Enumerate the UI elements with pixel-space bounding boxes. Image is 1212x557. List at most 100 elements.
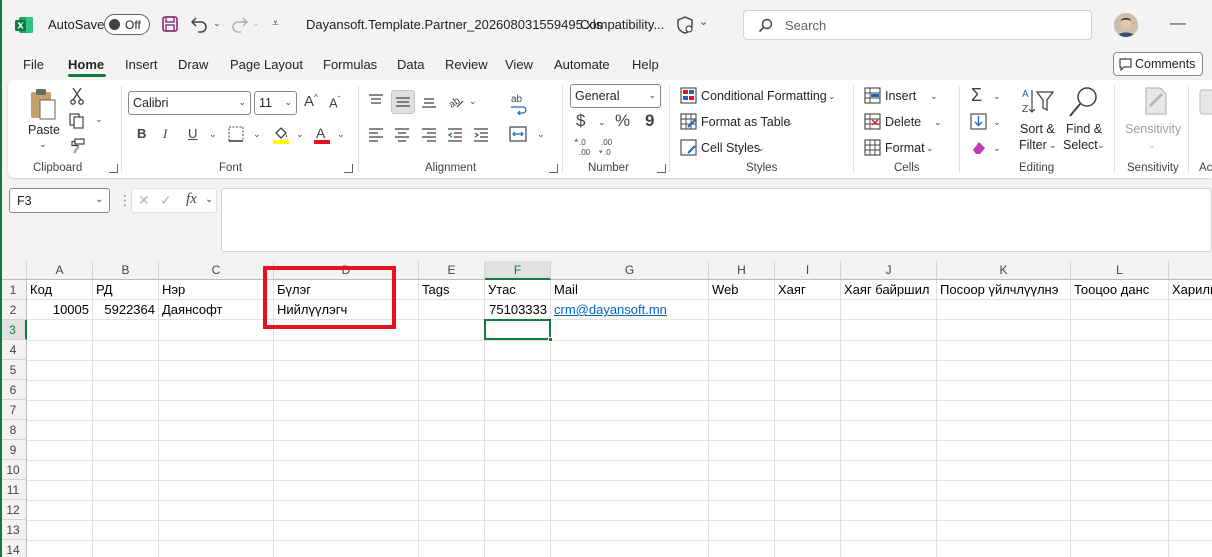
formula-input[interactable]	[221, 188, 1212, 252]
column-header-b[interactable]: B	[93, 261, 159, 280]
cell-k1[interactable]: Посоор үйлчлүүлнэ	[937, 280, 1071, 300]
delete-cells-label[interactable]: Delete	[885, 115, 921, 129]
insert-cells-icon[interactable]	[864, 87, 881, 104]
copy-icon[interactable]	[69, 113, 85, 129]
menu-automate[interactable]: Automate	[554, 57, 610, 72]
function-dropdown-icon[interactable]: ⌄	[205, 195, 213, 205]
menu-file[interactable]: File	[23, 57, 44, 72]
paste-icon[interactable]	[28, 87, 58, 121]
menu-view[interactable]: View	[505, 57, 533, 72]
italic-icon[interactable]: I	[163, 127, 167, 140]
customize-toolbar-icon[interactable]: ⩡	[272, 17, 279, 29]
sort-filter-label-1[interactable]: Sort &	[1020, 122, 1055, 136]
cell-k2[interactable]	[937, 300, 1071, 320]
fill-color-dropdown-icon[interactable]: ⌄	[296, 130, 304, 139]
row-header-13[interactable]: 13	[0, 520, 27, 540]
sort-filter-label-2[interactable]: Filter	[1019, 138, 1047, 152]
cell-h1[interactable]: Web	[709, 280, 775, 300]
name-box[interactable]: F3 ⌄	[9, 188, 110, 213]
paste-label[interactable]: Paste	[28, 123, 60, 137]
paste-dropdown-icon[interactable]: ⌄	[39, 140, 47, 149]
cell-e1[interactable]: Tags	[419, 280, 485, 300]
shield-icon[interactable]	[675, 15, 695, 35]
font-name-dropdown[interactable]: Calibri ⌄	[128, 91, 251, 115]
increase-indent-icon[interactable]	[473, 127, 489, 143]
spreadsheet-grid[interactable]: A B C D E F G H I J K L 1 2 3 4 5 6 7 8 …	[0, 261, 1212, 557]
find-select-dropdown-icon[interactable]: ⌄	[1097, 141, 1105, 150]
row-header-5[interactable]: 5	[0, 360, 27, 380]
active-cell-f3[interactable]	[484, 319, 551, 340]
menu-home[interactable]: Home	[68, 57, 104, 72]
merge-center-icon[interactable]	[509, 126, 527, 142]
cell-a2[interactable]: 10005	[27, 300, 93, 320]
cell-m1[interactable]: Харилц	[1169, 280, 1212, 300]
redo-dropdown-icon[interactable]: ⌄	[252, 19, 260, 28]
borders-dropdown-icon[interactable]: ⌄	[253, 130, 261, 139]
increase-decimal-icon[interactable]: .0.00	[574, 138, 594, 156]
format-painter-icon[interactable]	[69, 138, 85, 154]
underline-dropdown-icon[interactable]: ⌄	[209, 130, 217, 139]
align-right-icon[interactable]	[421, 127, 437, 143]
column-header-f[interactable]: F	[485, 261, 551, 280]
menu-help[interactable]: Help	[632, 57, 659, 72]
cell-b1[interactable]: РД	[93, 280, 159, 300]
cut-icon[interactable]	[69, 87, 85, 105]
menu-insert[interactable]: Insert	[125, 57, 158, 72]
font-launcher-icon[interactable]	[344, 164, 353, 173]
cell-b2[interactable]: 5922364	[93, 300, 159, 320]
more-options-icon[interactable]: ⋮	[118, 193, 132, 207]
row-header-12[interactable]: 12	[0, 500, 27, 520]
align-left-icon[interactable]	[368, 127, 384, 143]
redo-icon[interactable]	[229, 15, 249, 33]
number-format-dropdown[interactable]: General ⌄	[570, 84, 661, 108]
cell-l1[interactable]: Тооцоо данс	[1071, 280, 1169, 300]
row-header-4[interactable]: 4	[0, 340, 27, 360]
delete-cells-icon[interactable]	[864, 113, 881, 130]
format-cells-label[interactable]: Format	[885, 141, 925, 155]
find-select-label-2[interactable]: Select	[1063, 138, 1098, 152]
cell-c1[interactable]: Нэр	[159, 280, 274, 300]
undo-icon[interactable]	[190, 15, 210, 33]
addins-icon[interactable]	[1196, 86, 1212, 118]
insert-cells-label[interactable]: Insert	[885, 89, 916, 103]
save-icon[interactable]	[161, 15, 179, 33]
font-color-icon[interactable]: A	[313, 125, 331, 144]
font-size-dropdown[interactable]: 11 ⌄	[254, 91, 297, 115]
clipboard-launcher-icon[interactable]	[109, 164, 118, 173]
comments-button[interactable]: Comments	[1113, 52, 1203, 76]
column-header-c[interactable]: C	[159, 261, 274, 280]
cell-c2[interactable]: Даянсофт	[159, 300, 274, 320]
column-header-k[interactable]: K	[937, 261, 1071, 280]
cell-g2[interactable]: crm@dayansoft.mn	[551, 300, 709, 320]
clear-icon[interactable]	[970, 139, 987, 156]
cell-f1[interactable]: Утас	[485, 280, 551, 300]
row-header-14[interactable]: 14	[0, 540, 27, 557]
sort-filter-icon[interactable]: AZ	[1020, 86, 1054, 118]
conditional-formatting-dropdown-icon[interactable]: ⌄	[828, 92, 836, 101]
increase-font-size-icon[interactable]: A^	[304, 94, 318, 110]
cell-styles-icon[interactable]	[680, 139, 697, 156]
font-color-dropdown-icon[interactable]: ⌄	[337, 130, 345, 139]
cell-i2[interactable]	[775, 300, 841, 320]
column-header-h[interactable]: H	[709, 261, 775, 280]
format-as-table-icon[interactable]	[680, 113, 697, 130]
insert-dropdown-icon[interactable]: ⌄	[930, 92, 938, 101]
autosum-icon[interactable]: Σ	[971, 86, 982, 104]
align-middle-button[interactable]	[391, 90, 415, 114]
column-header-l[interactable]: L	[1071, 261, 1169, 280]
row-header-2[interactable]: 2	[0, 300, 27, 320]
confirm-entry-icon[interactable]: ✓	[160, 193, 172, 207]
cell-styles-dropdown-icon[interactable]: ⌄	[757, 144, 765, 153]
row-header-11[interactable]: 11	[0, 480, 27, 500]
minimize-icon[interactable]: —	[1170, 16, 1186, 32]
fill-dropdown-icon[interactable]: ⌄	[993, 118, 1001, 127]
column-header-g[interactable]: G	[551, 261, 709, 280]
row-header-8[interactable]: 8	[0, 420, 27, 440]
format-dropdown-icon[interactable]: ⌄	[926, 144, 934, 153]
delete-dropdown-icon[interactable]: ⌄	[934, 118, 942, 127]
column-header-j[interactable]: J	[841, 261, 937, 280]
undo-dropdown-icon[interactable]: ⌄	[213, 19, 221, 28]
avatar[interactable]	[1114, 13, 1138, 37]
percent-icon[interactable]: %	[615, 112, 630, 129]
select-all-corner[interactable]	[0, 261, 27, 280]
